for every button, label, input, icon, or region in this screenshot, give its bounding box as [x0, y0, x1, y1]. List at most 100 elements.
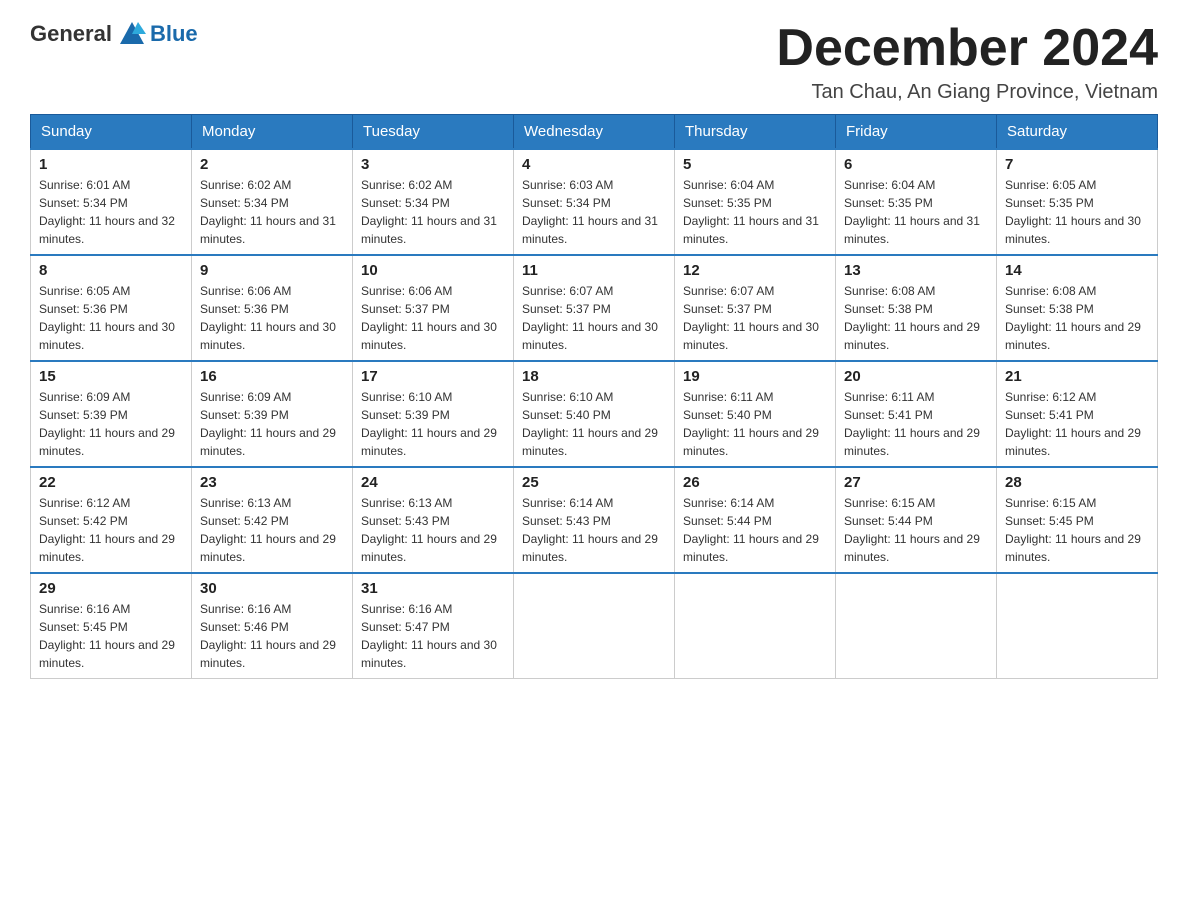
day-number: 30	[200, 580, 344, 597]
calendar-cell: 16 Sunrise: 6:09 AMSunset: 5:39 PMDaylig…	[192, 361, 353, 467]
day-number: 15	[39, 368, 183, 385]
day-info: Sunrise: 6:09 AMSunset: 5:39 PMDaylight:…	[39, 390, 175, 458]
day-info: Sunrise: 6:10 AMSunset: 5:39 PMDaylight:…	[361, 390, 497, 458]
calendar-cell: 3 Sunrise: 6:02 AMSunset: 5:34 PMDayligh…	[353, 149, 514, 255]
logo-text-blue: Blue	[150, 21, 198, 47]
calendar-cell	[997, 573, 1158, 679]
day-info: Sunrise: 6:16 AMSunset: 5:47 PMDaylight:…	[361, 602, 497, 670]
day-info: Sunrise: 6:05 AMSunset: 5:36 PMDaylight:…	[39, 284, 175, 352]
calendar-cell: 25 Sunrise: 6:14 AMSunset: 5:43 PMDaylig…	[514, 467, 675, 573]
calendar-cell: 14 Sunrise: 6:08 AMSunset: 5:38 PMDaylig…	[997, 255, 1158, 361]
day-number: 14	[1005, 262, 1149, 279]
calendar-cell: 30 Sunrise: 6:16 AMSunset: 5:46 PMDaylig…	[192, 573, 353, 679]
calendar-cell: 5 Sunrise: 6:04 AMSunset: 5:35 PMDayligh…	[675, 149, 836, 255]
title-block: December 2024 Tan Chau, An Giang Provinc…	[776, 20, 1158, 104]
calendar-cell: 20 Sunrise: 6:11 AMSunset: 5:41 PMDaylig…	[836, 361, 997, 467]
day-number: 3	[361, 156, 505, 173]
day-number: 17	[361, 368, 505, 385]
header-day-sunday: Sunday	[31, 115, 192, 150]
day-info: Sunrise: 6:13 AMSunset: 5:43 PMDaylight:…	[361, 496, 497, 564]
day-number: 11	[522, 262, 666, 279]
day-info: Sunrise: 6:03 AMSunset: 5:34 PMDaylight:…	[522, 178, 658, 246]
day-info: Sunrise: 6:15 AMSunset: 5:45 PMDaylight:…	[1005, 496, 1141, 564]
calendar-cell: 28 Sunrise: 6:15 AMSunset: 5:45 PMDaylig…	[997, 467, 1158, 573]
day-info: Sunrise: 6:08 AMSunset: 5:38 PMDaylight:…	[1005, 284, 1141, 352]
day-info: Sunrise: 6:06 AMSunset: 5:37 PMDaylight:…	[361, 284, 497, 352]
calendar-cell: 4 Sunrise: 6:03 AMSunset: 5:34 PMDayligh…	[514, 149, 675, 255]
day-number: 19	[683, 368, 827, 385]
day-info: Sunrise: 6:07 AMSunset: 5:37 PMDaylight:…	[683, 284, 819, 352]
day-info: Sunrise: 6:08 AMSunset: 5:38 PMDaylight:…	[844, 284, 980, 352]
calendar-cell: 23 Sunrise: 6:13 AMSunset: 5:42 PMDaylig…	[192, 467, 353, 573]
day-info: Sunrise: 6:02 AMSunset: 5:34 PMDaylight:…	[361, 178, 497, 246]
week-row-2: 8 Sunrise: 6:05 AMSunset: 5:36 PMDayligh…	[31, 255, 1158, 361]
day-number: 1	[39, 156, 183, 173]
header-day-saturday: Saturday	[997, 115, 1158, 150]
calendar-cell: 19 Sunrise: 6:11 AMSunset: 5:40 PMDaylig…	[675, 361, 836, 467]
calendar-cell: 31 Sunrise: 6:16 AMSunset: 5:47 PMDaylig…	[353, 573, 514, 679]
day-number: 16	[200, 368, 344, 385]
day-info: Sunrise: 6:09 AMSunset: 5:39 PMDaylight:…	[200, 390, 336, 458]
calendar-cell: 2 Sunrise: 6:02 AMSunset: 5:34 PMDayligh…	[192, 149, 353, 255]
header-day-thursday: Thursday	[675, 115, 836, 150]
day-number: 26	[683, 474, 827, 491]
calendar-cell: 24 Sunrise: 6:13 AMSunset: 5:43 PMDaylig…	[353, 467, 514, 573]
day-number: 28	[1005, 474, 1149, 491]
header-row: SundayMondayTuesdayWednesdayThursdayFrid…	[31, 115, 1158, 150]
day-number: 21	[1005, 368, 1149, 385]
location: Tan Chau, An Giang Province, Vietnam	[776, 81, 1158, 104]
day-info: Sunrise: 6:16 AMSunset: 5:45 PMDaylight:…	[39, 602, 175, 670]
week-row-1: 1 Sunrise: 6:01 AMSunset: 5:34 PMDayligh…	[31, 149, 1158, 255]
day-number: 23	[200, 474, 344, 491]
day-number: 12	[683, 262, 827, 279]
day-info: Sunrise: 6:14 AMSunset: 5:44 PMDaylight:…	[683, 496, 819, 564]
day-number: 20	[844, 368, 988, 385]
logo: General Blue	[30, 20, 198, 48]
calendar-cell	[514, 573, 675, 679]
day-number: 31	[361, 580, 505, 597]
day-number: 4	[522, 156, 666, 173]
calendar-cell: 26 Sunrise: 6:14 AMSunset: 5:44 PMDaylig…	[675, 467, 836, 573]
logo-icon	[118, 20, 146, 48]
day-info: Sunrise: 6:12 AMSunset: 5:41 PMDaylight:…	[1005, 390, 1141, 458]
day-number: 6	[844, 156, 988, 173]
week-row-3: 15 Sunrise: 6:09 AMSunset: 5:39 PMDaylig…	[31, 361, 1158, 467]
day-number: 7	[1005, 156, 1149, 173]
calendar-cell: 18 Sunrise: 6:10 AMSunset: 5:40 PMDaylig…	[514, 361, 675, 467]
day-number: 5	[683, 156, 827, 173]
day-number: 9	[200, 262, 344, 279]
day-info: Sunrise: 6:06 AMSunset: 5:36 PMDaylight:…	[200, 284, 336, 352]
page-header: General Blue December 2024 Tan Chau, An …	[30, 20, 1158, 104]
day-number: 2	[200, 156, 344, 173]
day-info: Sunrise: 6:01 AMSunset: 5:34 PMDaylight:…	[39, 178, 175, 246]
day-number: 13	[844, 262, 988, 279]
calendar-cell: 8 Sunrise: 6:05 AMSunset: 5:36 PMDayligh…	[31, 255, 192, 361]
day-info: Sunrise: 6:12 AMSunset: 5:42 PMDaylight:…	[39, 496, 175, 564]
calendar-cell: 29 Sunrise: 6:16 AMSunset: 5:45 PMDaylig…	[31, 573, 192, 679]
week-row-5: 29 Sunrise: 6:16 AMSunset: 5:45 PMDaylig…	[31, 573, 1158, 679]
day-number: 24	[361, 474, 505, 491]
day-number: 29	[39, 580, 183, 597]
calendar-cell: 7 Sunrise: 6:05 AMSunset: 5:35 PMDayligh…	[997, 149, 1158, 255]
calendar-cell: 11 Sunrise: 6:07 AMSunset: 5:37 PMDaylig…	[514, 255, 675, 361]
day-number: 18	[522, 368, 666, 385]
day-info: Sunrise: 6:15 AMSunset: 5:44 PMDaylight:…	[844, 496, 980, 564]
day-number: 22	[39, 474, 183, 491]
header-day-monday: Monday	[192, 115, 353, 150]
calendar-cell: 12 Sunrise: 6:07 AMSunset: 5:37 PMDaylig…	[675, 255, 836, 361]
calendar-cell: 15 Sunrise: 6:09 AMSunset: 5:39 PMDaylig…	[31, 361, 192, 467]
calendar-table: SundayMondayTuesdayWednesdayThursdayFrid…	[30, 114, 1158, 679]
calendar-cell: 1 Sunrise: 6:01 AMSunset: 5:34 PMDayligh…	[31, 149, 192, 255]
day-info: Sunrise: 6:05 AMSunset: 5:35 PMDaylight:…	[1005, 178, 1141, 246]
day-number: 25	[522, 474, 666, 491]
header-day-wednesday: Wednesday	[514, 115, 675, 150]
day-info: Sunrise: 6:02 AMSunset: 5:34 PMDaylight:…	[200, 178, 336, 246]
calendar-cell: 17 Sunrise: 6:10 AMSunset: 5:39 PMDaylig…	[353, 361, 514, 467]
day-info: Sunrise: 6:11 AMSunset: 5:41 PMDaylight:…	[844, 390, 980, 458]
day-info: Sunrise: 6:14 AMSunset: 5:43 PMDaylight:…	[522, 496, 658, 564]
day-info: Sunrise: 6:07 AMSunset: 5:37 PMDaylight:…	[522, 284, 658, 352]
day-info: Sunrise: 6:11 AMSunset: 5:40 PMDaylight:…	[683, 390, 819, 458]
calendar-cell: 6 Sunrise: 6:04 AMSunset: 5:35 PMDayligh…	[836, 149, 997, 255]
calendar-cell: 21 Sunrise: 6:12 AMSunset: 5:41 PMDaylig…	[997, 361, 1158, 467]
day-info: Sunrise: 6:10 AMSunset: 5:40 PMDaylight:…	[522, 390, 658, 458]
